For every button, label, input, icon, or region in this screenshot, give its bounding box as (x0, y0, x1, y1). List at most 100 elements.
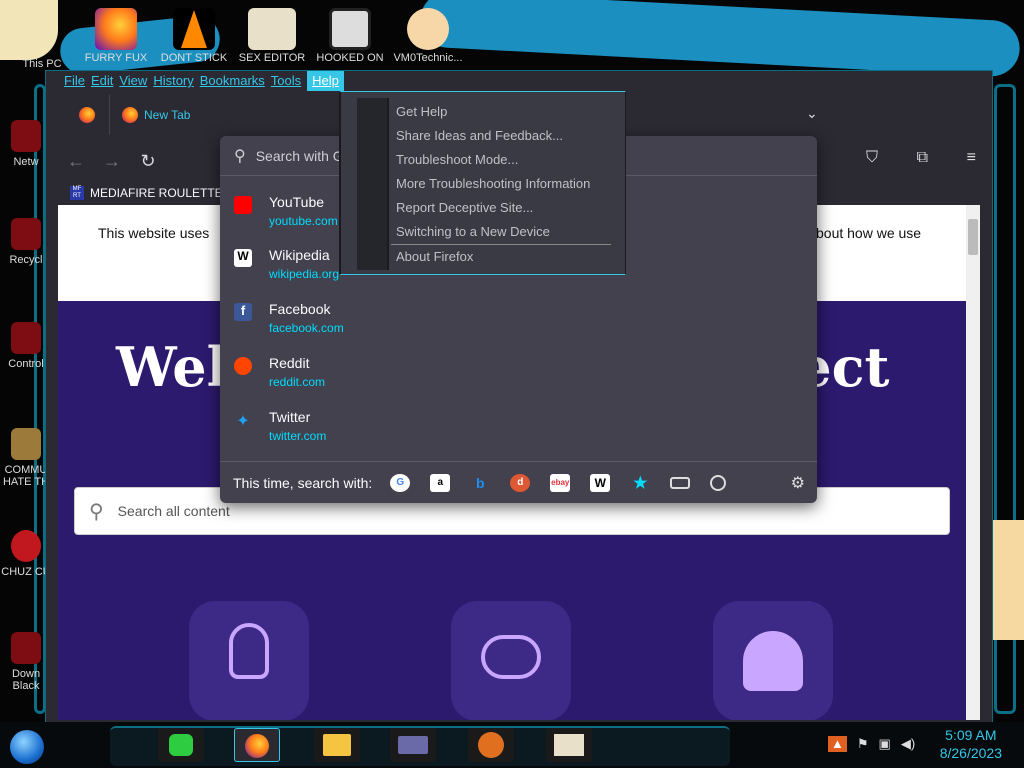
desktop-icon-this-pc[interactable]: This PC (4, 58, 80, 70)
firefox-icon (122, 107, 138, 123)
help-about-firefox[interactable]: About Firefox (396, 249, 473, 264)
bookmark-mediafire-rouletter[interactable]: MEDIAFIRE ROULETTER (90, 186, 231, 200)
site-name: Facebook (269, 301, 331, 317)
mediafire-roulette-icon: MF RT (70, 186, 84, 200)
desktop-icon-vm0technic[interactable]: VM0Technic... (390, 8, 466, 64)
desktop-icon-dont-stick[interactable]: DONT STICK (156, 8, 232, 64)
icon-label: Control (8, 358, 44, 370)
help-troubleshoot-mode[interactable]: Troubleshoot Mode... (396, 152, 518, 167)
icon-label: DONT STICK (160, 52, 228, 64)
desktop-icon-furry-fux[interactable]: FURRY FUX (78, 8, 154, 64)
ideas-card[interactable] (189, 601, 309, 720)
firefox-icon (78, 107, 95, 123)
taskbar-file-explorer[interactable] (314, 728, 360, 762)
menu-edit[interactable]: Edit (91, 71, 119, 91)
page-scrollbar[interactable] (966, 205, 980, 720)
network-icon[interactable]: ▣ (879, 736, 891, 752)
reload-button[interactable]: ↻ (130, 151, 166, 172)
duckduckgo-icon[interactable]: d (510, 473, 531, 492)
icon-label: VM0Technic... (393, 52, 463, 64)
amazon-icon[interactable]: a (430, 473, 451, 492)
start-button[interactable] (10, 730, 44, 764)
history-icon[interactable] (710, 474, 727, 491)
tabs-icon[interactable] (670, 476, 691, 489)
help-report-deceptive-site[interactable]: Report Deceptive Site... (396, 200, 533, 215)
doctor-icon (407, 8, 449, 50)
taskbar-app[interactable] (468, 728, 514, 762)
top-site-twitter[interactable]: ✦ Twitter twitter.com (234, 407, 534, 453)
community-card[interactable] (713, 601, 833, 720)
search-settings-gear-icon[interactable]: ⚙ (791, 473, 805, 493)
desktop: { "desktop": { "top_icons": [ {"label": … (0, 0, 1024, 768)
taskbar-hxd[interactable] (546, 728, 592, 762)
menu-bookmarks[interactable]: Bookmarks (200, 71, 271, 91)
help-get-help[interactable]: Get Help (396, 104, 447, 119)
bookmarks-icon[interactable]: ★ (630, 474, 650, 492)
taskbar-notes-app[interactable] (158, 728, 204, 762)
clock[interactable]: 5:09 AM 8/26/2023 (940, 726, 1002, 762)
scrollbar-thumb[interactable] (968, 219, 978, 255)
extensions-icon[interactable]: ⧉ (917, 149, 928, 167)
search-placeholder: Search all content (117, 503, 230, 519)
menu-gutter (357, 98, 387, 270)
engines-label: This time, search with: (233, 474, 373, 491)
help-more-troubleshooting[interactable]: More Troubleshooting Information (396, 176, 590, 191)
facebook-icon: f (234, 303, 252, 321)
menu-history[interactable]: History (153, 71, 199, 91)
cookie-text: This website uses (98, 225, 210, 241)
menu-bar: File Edit View History Bookmarks Tools H… (46, 71, 992, 91)
reddit-icon (234, 357, 252, 375)
site-url: twitter.com (269, 429, 327, 443)
menu-tools[interactable]: Tools (271, 71, 307, 91)
lightbulb-icon (229, 623, 269, 679)
desktop-icon-sex-editor[interactable]: SEX EDITOR (234, 8, 310, 64)
forward-button[interactable]: → (94, 151, 130, 172)
tab-list-chevron-icon[interactable]: ⌄ (806, 105, 818, 122)
taskbar-firefox[interactable] (234, 728, 280, 762)
taskbar: ▲ ⚑ ▣ ◀) 5:09 AM 8/26/2023 (0, 722, 1024, 768)
site-name: Twitter (269, 409, 311, 425)
menu-file[interactable]: File (64, 71, 91, 91)
app-icon (329, 8, 371, 50)
ebay-icon[interactable]: ebay (550, 473, 571, 492)
icon-label: COMMU HATE TH (2, 464, 50, 488)
google-icon[interactable]: G (390, 473, 411, 492)
top-site-facebook[interactable]: f Facebook facebook.com (234, 299, 534, 345)
help-switching-device[interactable]: Switching to a New Device (396, 224, 550, 239)
firefox-view-button[interactable] (64, 95, 110, 135)
pocket-icon[interactable]: ⛉ (866, 149, 878, 167)
icon-label: Netw (13, 156, 39, 168)
flag-icon[interactable]: ⚑ (857, 736, 869, 752)
hxd-icon (554, 734, 584, 756)
icon-label: Recycl (9, 254, 43, 266)
clock-date: 8/26/2023 (939, 745, 1002, 761)
discussion-card[interactable] (451, 601, 571, 720)
help-share-ideas[interactable]: Share Ideas and Feedback... (396, 128, 563, 143)
tray-app-icon[interactable]: ▲ (828, 736, 847, 752)
clock-time: 5:09 AM (945, 727, 997, 743)
download-icon (11, 632, 41, 664)
chat-bubbles-icon (481, 635, 541, 679)
menu-help[interactable]: Help (307, 71, 344, 91)
site-url: wikipedia.org (269, 267, 340, 281)
window-icon (398, 736, 428, 754)
top-site-reddit[interactable]: Reddit reddit.com (234, 353, 534, 399)
control-panel-icon (11, 322, 41, 354)
cookie-text: bout how we use (816, 225, 922, 241)
taskbar-app[interactable] (390, 728, 436, 762)
back-button[interactable]: ← (58, 151, 94, 172)
menu-divider (391, 244, 611, 245)
menu-hamburger-icon[interactable]: ≡ (967, 149, 976, 167)
site-url: reddit.com (269, 375, 326, 389)
site-name: Wikipedia (269, 247, 330, 263)
wikipedia-icon[interactable]: W (590, 473, 611, 492)
search-icon: ⚲ (89, 500, 104, 523)
icon-label: Down Black (11, 668, 41, 692)
tab-new-tab[interactable]: New Tab (110, 95, 310, 135)
site-url: facebook.com (269, 321, 344, 335)
bing-icon[interactable]: b (470, 474, 490, 492)
volume-icon[interactable]: ◀) (901, 736, 915, 752)
desktop-icon-hooked-on[interactable]: HOOKED ON (312, 8, 388, 64)
site-name: Reddit (269, 355, 310, 371)
menu-view[interactable]: View (119, 71, 153, 91)
